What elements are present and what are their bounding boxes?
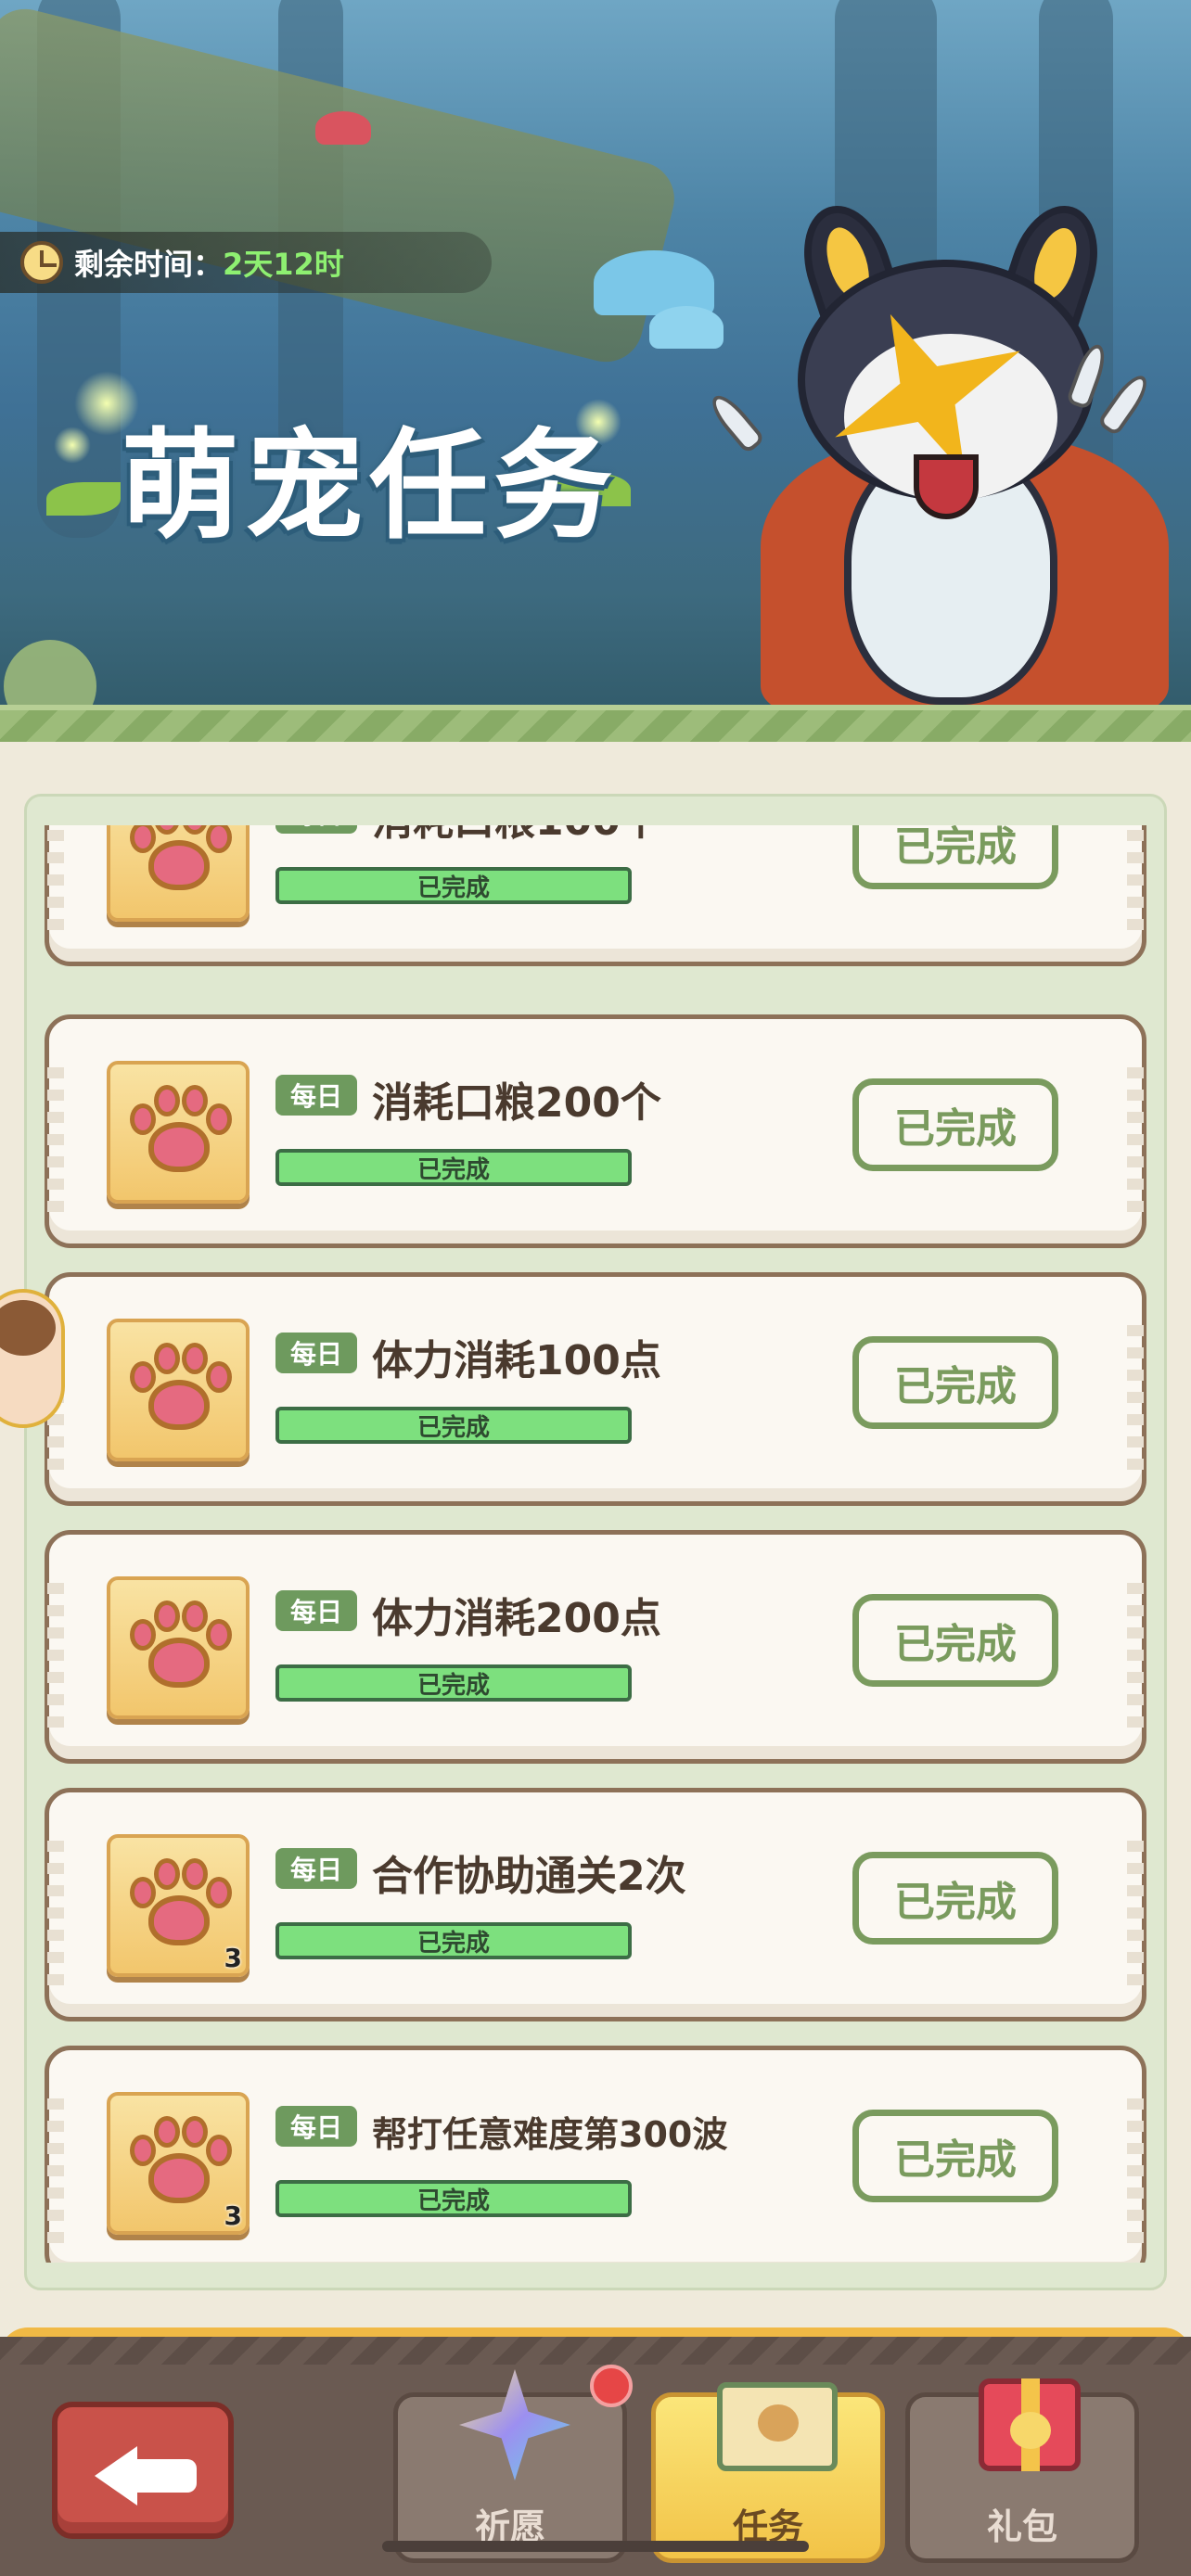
task-card: 每日 消耗口粮200个 已完成 已完成 [45, 1014, 1146, 1248]
completed-button[interactable]: 已完成 [852, 1336, 1058, 1429]
event-title: 萌宠任务 [121, 417, 619, 555]
task-progress-bar: 已完成 [275, 1407, 632, 1444]
tab-wish[interactable]: 祈愿 [393, 2369, 627, 2563]
daily-tag: 每日 [275, 1848, 357, 1889]
paw-reward-icon: 3 [107, 2092, 250, 2235]
completed-button[interactable]: 已完成 [852, 1852, 1058, 1945]
remaining-time-label: 剩余时间： [74, 247, 224, 282]
tab-gift-pack[interactable]: 礼包 [905, 2378, 1139, 2563]
paw-reward-icon [107, 1576, 250, 1719]
completed-button[interactable]: 已完成 [852, 825, 1058, 889]
remaining-time-value: 2天12时 [223, 247, 344, 282]
bottom-nav: 祈愿 任务 礼包 [0, 2327, 1191, 2576]
back-arrow-icon [95, 2446, 197, 2506]
mascot-illustration [705, 194, 1187, 723]
completed-button[interactable]: 已完成 [852, 2110, 1058, 2202]
tab-tasks[interactable]: 任务 [651, 2382, 885, 2563]
task-progress-bar: 已完成 [275, 1664, 632, 1702]
daily-tag: 每日 [275, 1075, 357, 1116]
wish-star-icon [459, 2369, 570, 2480]
daily-tag: 每日 [275, 825, 357, 834]
task-name: 体力消耗100点 [372, 1337, 661, 1384]
reward-quantity: 3 [224, 2200, 242, 2231]
paw-reward-icon [107, 1061, 250, 1204]
gift-box-icon [979, 2378, 1081, 2471]
task-card: 每日 体力消耗100点 已完成 已完成 [45, 1272, 1146, 1506]
floating-avatar[interactable] [0, 1289, 65, 1428]
task-card: 3 每日 帮打任意难度第300波 已完成 已完成 [45, 2046, 1146, 2263]
task-card: 每日 体力消耗200点 已完成 已完成 [45, 1530, 1146, 1764]
task-progress-bar: 已完成 [275, 1922, 632, 1959]
clock-icon [20, 241, 63, 284]
task-progress-bar: 已完成 [275, 867, 632, 904]
notification-badge [590, 2365, 633, 2407]
back-button[interactable] [52, 2402, 234, 2539]
paw-reward-icon [107, 1319, 250, 1461]
task-progress-bar: 已完成 [275, 1149, 632, 1186]
reward-quantity: 3 [224, 1943, 242, 1973]
task-name: 消耗口粮100个 [372, 825, 661, 847]
daily-tag: 每日 [275, 1590, 357, 1631]
tab-label: 礼包 [986, 2506, 1057, 2547]
paw-book-icon [717, 2382, 838, 2471]
paw-reward-icon: 3 [107, 1834, 250, 1977]
task-card: 3 每日 合作协助通关2次 已完成 已完成 [45, 1788, 1146, 2021]
home-indicator[interactable] [382, 2541, 809, 2552]
completed-button[interactable]: 已完成 [852, 1594, 1058, 1687]
event-banner: 剩余时间： 2天12时 萌宠任务 [0, 0, 1191, 742]
task-progress-bar: 已完成 [275, 2180, 632, 2217]
task-name: 帮打任意难度第300波 [372, 2114, 728, 2155]
task-card: 每日 消耗口粮100个 已完成 已完成 [45, 825, 1146, 966]
daily-tag: 每日 [275, 1333, 357, 1373]
task-name: 消耗口粮200个 [372, 1079, 661, 1127]
paw-reward-icon [107, 825, 250, 922]
daily-tag: 每日 [275, 2106, 357, 2147]
remaining-time-bar: 剩余时间： 2天12时 [0, 232, 492, 293]
task-name: 合作协助通关2次 [372, 1853, 686, 1900]
task-list[interactable]: 每日 消耗口粮100个 已完成 已完成 每日 消耗口粮200个 已完成 已完成 … [24, 825, 1167, 2263]
task-name: 体力消耗200点 [372, 1595, 661, 1642]
completed-button[interactable]: 已完成 [852, 1078, 1058, 1171]
